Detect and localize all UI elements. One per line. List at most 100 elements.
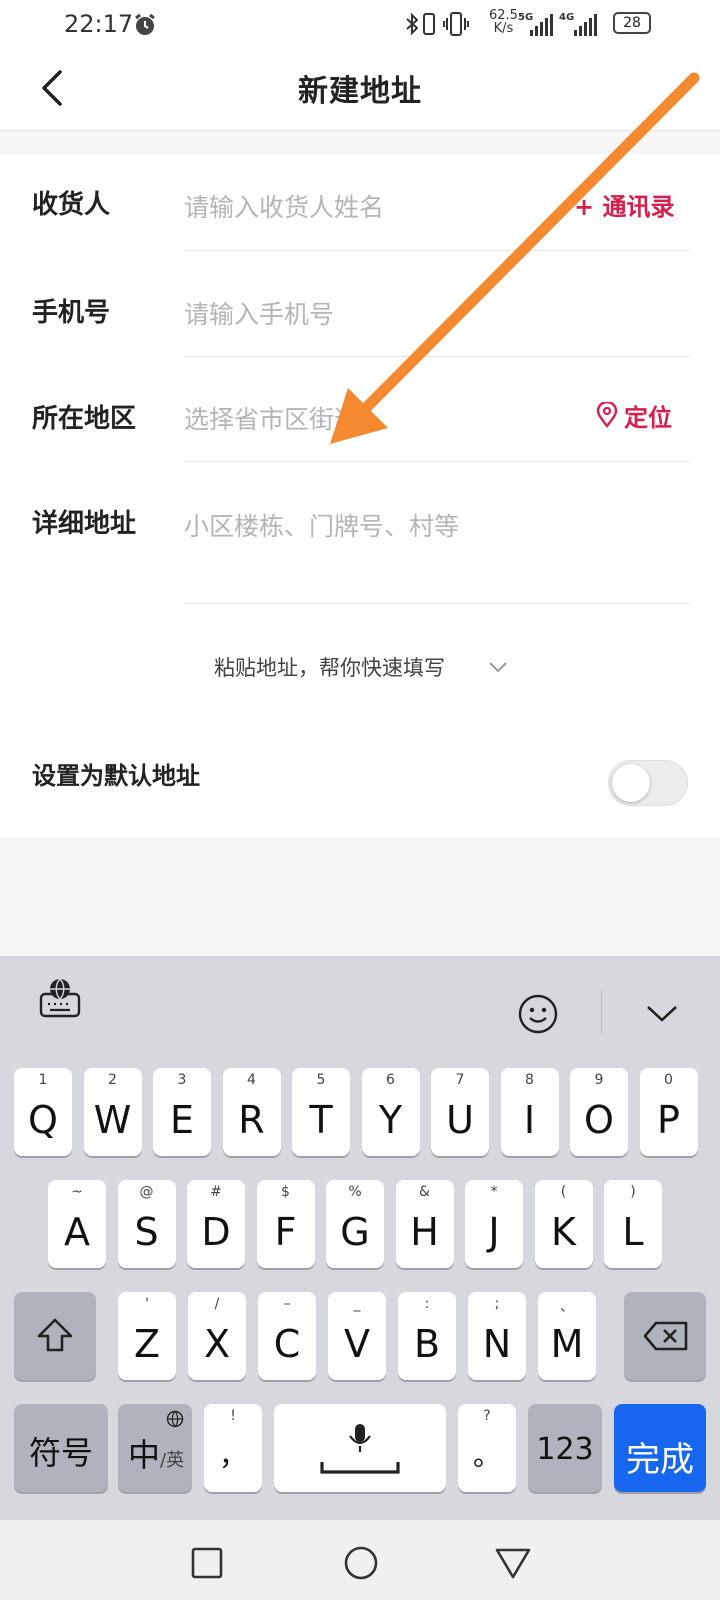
period-key[interactable]: ? 。 bbox=[458, 1404, 516, 1492]
keyboard-globe-icon[interactable] bbox=[38, 976, 82, 1020]
key-x[interactable]: / X bbox=[188, 1292, 246, 1380]
key-label: T bbox=[309, 1098, 333, 1142]
key-w[interactable]: 2W bbox=[83, 1068, 142, 1156]
lang-main: 中/英 bbox=[128, 1430, 202, 1476]
key-hint: _ bbox=[353, 1296, 361, 1312]
key-l[interactable]: ) L bbox=[604, 1180, 662, 1268]
key-label: G bbox=[340, 1210, 370, 1254]
keyboard-collapse-icon[interactable] bbox=[644, 998, 680, 1028]
key-label: H bbox=[410, 1210, 439, 1254]
contacts-button[interactable]: + 通讯录 bbox=[574, 187, 674, 222]
region-selector[interactable]: 选择省市区街道 bbox=[184, 400, 564, 436]
network-speed: 62.5 K/s bbox=[489, 9, 518, 35]
key-t[interactable]: 5T bbox=[292, 1068, 350, 1156]
done-key[interactable]: 完成 bbox=[614, 1404, 706, 1492]
backspace-key[interactable] bbox=[624, 1292, 706, 1380]
key-label: L bbox=[622, 1210, 644, 1254]
space-key[interactable] bbox=[274, 1404, 446, 1492]
key-hint: ; bbox=[494, 1296, 500, 1312]
square-icon[interactable] bbox=[190, 1546, 224, 1580]
key-v[interactable]: _ V bbox=[328, 1292, 386, 1380]
default-address-label: 设置为默认地址 bbox=[32, 762, 200, 790]
locate-button[interactable]: 定位 bbox=[624, 398, 672, 433]
receiver-label: 收货人 bbox=[32, 190, 111, 220]
comma-key[interactable]: ! ， bbox=[204, 1404, 262, 1492]
key-r[interactable]: 4R bbox=[222, 1068, 281, 1156]
key-j[interactable]: * J bbox=[465, 1180, 523, 1268]
key-z[interactable]: ' Z bbox=[118, 1292, 176, 1380]
symbols-key[interactable]: 符号 bbox=[14, 1404, 108, 1492]
signal-icon bbox=[530, 14, 553, 36]
key-b[interactable]: :B bbox=[398, 1292, 456, 1380]
key-g[interactable]: % G bbox=[326, 1180, 384, 1268]
key-label: K bbox=[551, 1210, 576, 1254]
lang-sub-label: /英 bbox=[160, 1450, 185, 1471]
key-a[interactable]: ~ A bbox=[48, 1180, 106, 1268]
comma-label: ， bbox=[218, 1439, 247, 1472]
key-i[interactable]: 8I bbox=[500, 1068, 559, 1156]
paste-address-button[interactable]: 粘贴地址，帮你快速填写 bbox=[214, 652, 445, 682]
key-p[interactable]: 0P bbox=[639, 1068, 698, 1156]
key-q[interactable]: 1Q bbox=[14, 1068, 72, 1156]
detail-address-input[interactable]: 小区楼栋、门牌号、村等 bbox=[184, 507, 664, 543]
key-y[interactable]: 6Y bbox=[361, 1068, 420, 1156]
battery-icon: 28 bbox=[613, 12, 651, 34]
signal-icon-2 bbox=[574, 14, 597, 36]
key-label: Y bbox=[378, 1098, 403, 1142]
key-label: S bbox=[134, 1210, 159, 1254]
page-title: 新建地址 bbox=[298, 74, 422, 109]
circle-icon[interactable] bbox=[342, 1544, 380, 1582]
key-s[interactable]: @ S bbox=[117, 1180, 176, 1268]
key-hint: 9 bbox=[594, 1072, 604, 1088]
chevron-down-icon[interactable] bbox=[486, 656, 510, 678]
key-c[interactable]: – C bbox=[258, 1292, 316, 1380]
detail-address-label: 详细地址 bbox=[32, 509, 137, 539]
comma-sub: ! bbox=[230, 1408, 236, 1424]
done-key-label: 完成 bbox=[626, 1440, 694, 1480]
key-hint: 、 bbox=[560, 1299, 574, 1315]
key-label: P bbox=[657, 1098, 680, 1142]
key-hint: 8 bbox=[525, 1072, 534, 1088]
phone-input[interactable]: 请输入手机号 bbox=[184, 295, 664, 331]
key-label: V bbox=[344, 1322, 370, 1366]
period-sub: ? bbox=[483, 1408, 491, 1424]
numbers-key[interactable]: 123 bbox=[528, 1404, 602, 1492]
shift-icon bbox=[37, 1318, 73, 1352]
key-d[interactable]: # D bbox=[187, 1180, 245, 1268]
key-hint: 5 bbox=[316, 1072, 326, 1088]
battery-saver-icon bbox=[423, 13, 435, 35]
key-hint: & bbox=[419, 1184, 430, 1200]
key-k[interactable]: (K bbox=[534, 1180, 593, 1268]
key-hint: 0 bbox=[664, 1072, 673, 1088]
key-label: O bbox=[584, 1098, 614, 1142]
mic-icon bbox=[320, 1424, 400, 1474]
key-hint: : bbox=[424, 1296, 430, 1312]
key-o[interactable]: 9O bbox=[570, 1068, 628, 1156]
globe-icon bbox=[166, 1410, 184, 1428]
language-switch-key[interactable]: 中/英 bbox=[118, 1404, 192, 1492]
divider bbox=[184, 356, 690, 357]
toolbar-divider bbox=[601, 990, 602, 1034]
key-hint: % bbox=[348, 1184, 362, 1200]
phone-label: 手机号 bbox=[32, 298, 111, 328]
key-label: I bbox=[523, 1098, 536, 1142]
region-label: 所在地区 bbox=[32, 404, 137, 434]
key-n[interactable]: ; N bbox=[468, 1292, 526, 1380]
key-hint: – bbox=[283, 1296, 291, 1312]
key-hint: # bbox=[210, 1184, 222, 1200]
key-hint: ~ bbox=[71, 1184, 83, 1200]
emoji-icon[interactable] bbox=[516, 992, 560, 1036]
key-e[interactable]: 3E bbox=[153, 1068, 211, 1156]
numbers-key-label: 123 bbox=[536, 1432, 594, 1467]
key-m[interactable]: 、 M bbox=[538, 1292, 596, 1380]
key-hint: 2 bbox=[108, 1072, 117, 1088]
key-h[interactable]: & H bbox=[395, 1180, 454, 1268]
divider bbox=[184, 603, 690, 604]
key-label: C bbox=[273, 1322, 301, 1366]
shift-key[interactable] bbox=[14, 1292, 96, 1380]
receiver-input[interactable]: 请输入收货人姓名 bbox=[184, 188, 564, 224]
location-pin-icon[interactable] bbox=[596, 402, 618, 428]
key-f[interactable]: $ F bbox=[256, 1180, 315, 1268]
triangle-icon[interactable] bbox=[494, 1546, 532, 1580]
key-u[interactable]: 7U bbox=[431, 1068, 489, 1156]
